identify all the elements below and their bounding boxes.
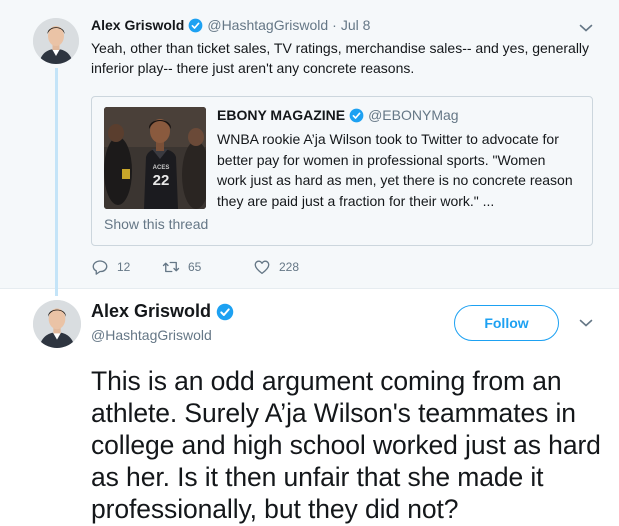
parent-tweet-actions: 12 65 228: [91, 258, 299, 276]
jersey-team-text: ACES: [153, 165, 170, 171]
separator-dot: ·: [332, 17, 337, 33]
parent-tweet[interactable]: Alex Griswold @HashtagGriswold · Jul 8 Y…: [0, 0, 619, 296]
main-author-avatar[interactable]: [33, 300, 81, 348]
chevron-down-icon[interactable]: [579, 23, 593, 33]
parent-tweet-text: Yeah, other than ticket sales, TV rating…: [91, 40, 590, 76]
main-author-name[interactable]: Alex Griswold: [91, 301, 211, 322]
quoted-tweet-card[interactable]: ACES 22 EBONY MAGAZINE @EBONYMag WNBA ro…: [91, 96, 593, 246]
chevron-down-icon[interactable]: [579, 318, 593, 328]
follow-button[interactable]: Follow: [454, 305, 559, 341]
show-thread-link[interactable]: Show this thread: [104, 216, 208, 232]
quoted-tweet-image[interactable]: ACES 22: [104, 107, 206, 209]
retweet-count: 65: [188, 260, 202, 274]
parent-author-name[interactable]: Alex Griswold: [91, 17, 184, 33]
quoted-author-handle[interactable]: @EBONYMag: [368, 107, 458, 123]
thread-connector-line: [55, 68, 58, 296]
main-author-name-row: Alex Griswold: [91, 301, 238, 322]
quoted-tweet-text: WNBA rookie A’ja Wilson took to Twitter …: [217, 131, 573, 209]
main-tweet-text: This is an odd argument coming from an a…: [91, 366, 601, 524]
like-button[interactable]: 228: [253, 258, 299, 276]
parent-author-handle[interactable]: @HashtagGriswold: [207, 17, 328, 33]
retweet-icon: [162, 261, 180, 273]
parent-author-avatar[interactable]: [33, 18, 79, 64]
reply-button[interactable]: 12: [91, 258, 162, 276]
heart-icon: [254, 260, 270, 275]
quoted-author-name[interactable]: EBONY MAGAZINE: [217, 107, 345, 123]
main-author-handle[interactable]: @HashtagGriswold: [91, 327, 212, 343]
reply-icon: [92, 260, 108, 275]
jersey-number-text: 22: [153, 172, 170, 189]
reply-count: 12: [117, 260, 131, 274]
like-count: 228: [279, 260, 300, 274]
retweet-button[interactable]: 65: [162, 258, 253, 276]
quoted-tweet-header: EBONY MAGAZINE @EBONYMag: [217, 107, 459, 123]
parent-tweet-header: Alex Griswold @HashtagGriswold · Jul 8: [91, 17, 370, 33]
verified-badge-icon: [188, 18, 203, 32]
verified-badge-icon: [349, 108, 364, 122]
verified-badge-icon: [216, 303, 234, 320]
parent-tweet-date[interactable]: Jul 8: [341, 17, 371, 33]
